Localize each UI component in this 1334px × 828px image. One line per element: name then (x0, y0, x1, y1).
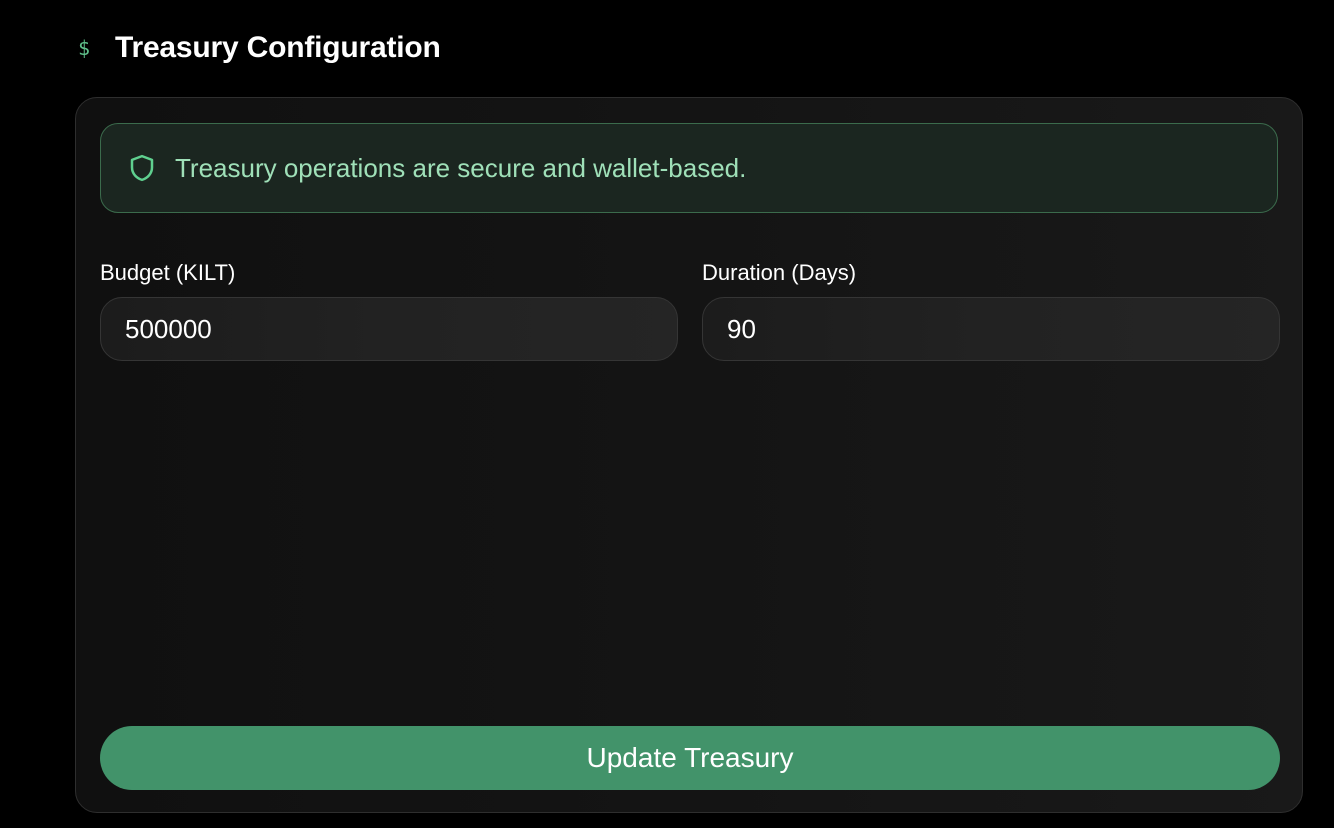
security-notice: Treasury operations are secure and walle… (100, 123, 1278, 213)
security-notice-text: Treasury operations are secure and walle… (175, 152, 747, 183)
duration-field-group: Duration (Days) (702, 258, 1280, 361)
duration-input[interactable] (702, 297, 1280, 361)
update-treasury-button[interactable]: Update Treasury (100, 726, 1280, 790)
dollar-icon: $ (78, 36, 91, 60)
budget-field-group: Budget (KILT) (100, 258, 678, 361)
duration-label: Duration (Days) (702, 260, 857, 285)
page-header: $ Treasury Configuration (78, 28, 441, 68)
shield-icon (127, 153, 157, 183)
budget-input[interactable] (100, 297, 678, 361)
budget-label: Budget (KILT) (100, 260, 236, 285)
treasury-config-card: Treasury operations are secure and walle… (75, 97, 1303, 813)
page-title: Treasury Configuration (115, 31, 441, 64)
treasury-page: $ Treasury Configuration Treasury operat… (0, 0, 1334, 828)
